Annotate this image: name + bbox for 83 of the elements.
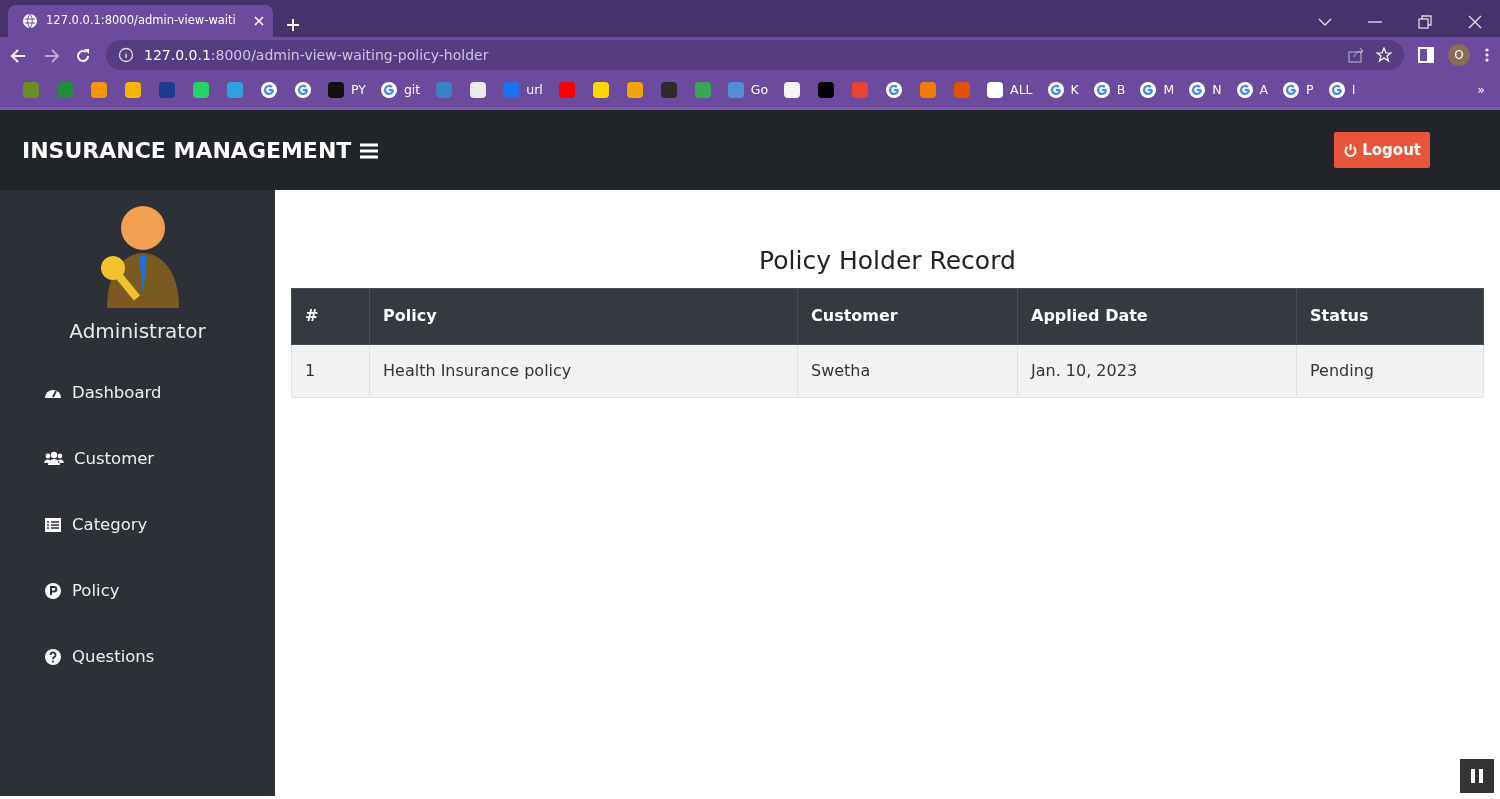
sidebar-item[interactable]: Category <box>0 492 275 558</box>
table-cell: Jan. 10, 2023 <box>1017 344 1297 397</box>
power-icon <box>1343 142 1359 158</box>
bookmark-link[interactable]: A <box>1228 80 1276 100</box>
bookmark-icon[interactable] <box>919 81 938 99</box>
users-icon <box>44 450 64 468</box>
more-bookmarks-button[interactable]: » <box>1470 80 1492 100</box>
column-header: Applied Date <box>1017 288 1297 344</box>
forward-icon <box>42 46 60 65</box>
bookmark-icon[interactable] <box>817 81 836 99</box>
bookmark-icon[interactable] <box>90 81 108 99</box>
bookmark-icon <box>327 81 345 99</box>
pause-icon <box>1470 768 1484 784</box>
bookmark-icon <box>502 81 521 99</box>
google-icon <box>379 81 398 99</box>
bookmark-link[interactable]: B <box>1085 80 1133 100</box>
page-title: Policy Holder Record <box>758 245 1017 277</box>
google-icon[interactable] <box>885 81 904 99</box>
logout-button[interactable]: Logout <box>1334 131 1430 169</box>
user-name: Administrator <box>69 318 206 345</box>
pause-button[interactable] <box>1460 759 1494 793</box>
bookmark-link[interactable]: I <box>1320 80 1363 100</box>
bookmark-link[interactable]: Go <box>719 80 776 100</box>
column-header: # <box>291 288 370 344</box>
bookmark-link[interactable]: P <box>1275 80 1321 100</box>
google-icon <box>1139 81 1158 99</box>
browser-tab[interactable]: 127.0.0.1:8000/admin-view-waiti <box>8 5 273 37</box>
column-header: Status <box>1296 288 1484 344</box>
google-icon <box>1092 81 1111 99</box>
close-icon[interactable] <box>253 15 265 27</box>
tab-title: 127.0.0.1:8000/admin-view-waiti <box>46 12 237 30</box>
bookmark-link[interactable]: K <box>1039 80 1086 100</box>
menu-icon[interactable] <box>1484 47 1490 63</box>
bookmark-icon[interactable] <box>625 81 644 99</box>
bookmark-icon <box>726 81 745 99</box>
globe-icon <box>22 13 38 29</box>
google-icon <box>1046 81 1065 99</box>
address-bar[interactable]: 127.0.0.1:8000/admin-view-waiting-policy-holder <box>106 40 1404 70</box>
info-icon <box>118 47 134 63</box>
column-header: Customer <box>797 288 1018 344</box>
list-icon <box>44 516 62 534</box>
profile-avatar[interactable]: O <box>1448 44 1470 66</box>
reload-icon <box>74 46 92 65</box>
bookmark-link[interactable]: url <box>495 80 550 100</box>
close-icon <box>1467 13 1483 30</box>
bookmark-icon[interactable] <box>192 81 210 99</box>
sidebar-item[interactable]: Questions <box>0 624 275 690</box>
bookmark-icon[interactable] <box>124 81 142 99</box>
sidebar-item[interactable]: Policy <box>0 558 275 624</box>
bookmark-link[interactable]: PY <box>320 80 373 100</box>
bookmark-link[interactable]: ALL <box>979 80 1040 100</box>
minimize-icon <box>1368 20 1382 23</box>
sidebar-item[interactable]: Dashboard <box>0 360 275 426</box>
sidebar-item[interactable]: Customer <box>0 426 275 492</box>
address-text: 127.0.0.1:8000/admin-view-waiting-policy-holder <box>144 45 490 65</box>
side-panel-icon[interactable] <box>1418 47 1434 63</box>
p-circle-icon <box>44 582 62 600</box>
bookmark-link[interactable]: M <box>1132 80 1182 100</box>
bookmark-link[interactable]: N <box>1181 80 1229 100</box>
share-icon[interactable] <box>1348 47 1366 63</box>
google-icon <box>1282 81 1301 99</box>
google-icon <box>1235 81 1254 99</box>
column-header: Policy <box>369 288 798 344</box>
google-icon[interactable] <box>260 81 278 99</box>
bookmark-icon[interactable] <box>591 81 610 99</box>
bookmark-icon <box>986 81 1005 99</box>
bookmark-icon[interactable] <box>783 81 802 99</box>
plus-icon <box>286 17 300 32</box>
restore-icon <box>1417 13 1433 30</box>
table-cell: Health Insurance policy <box>369 344 798 397</box>
back-icon <box>10 46 28 65</box>
google-icon <box>1188 81 1207 99</box>
bookmark-link[interactable]: git <box>372 80 428 100</box>
table-cell: Swetha <box>797 344 1018 397</box>
menu-icon <box>359 141 380 160</box>
bookmark-icon[interactable] <box>469 81 488 99</box>
table-cell: Pending <box>1296 344 1484 397</box>
question-icon <box>44 648 62 666</box>
table-cell: 1 <box>291 344 370 397</box>
star-icon[interactable] <box>1376 47 1392 63</box>
brand-title: INSURANCE MANAGEMENT <box>22 136 352 165</box>
google-icon <box>1327 81 1346 99</box>
google-icon[interactable] <box>294 81 312 99</box>
